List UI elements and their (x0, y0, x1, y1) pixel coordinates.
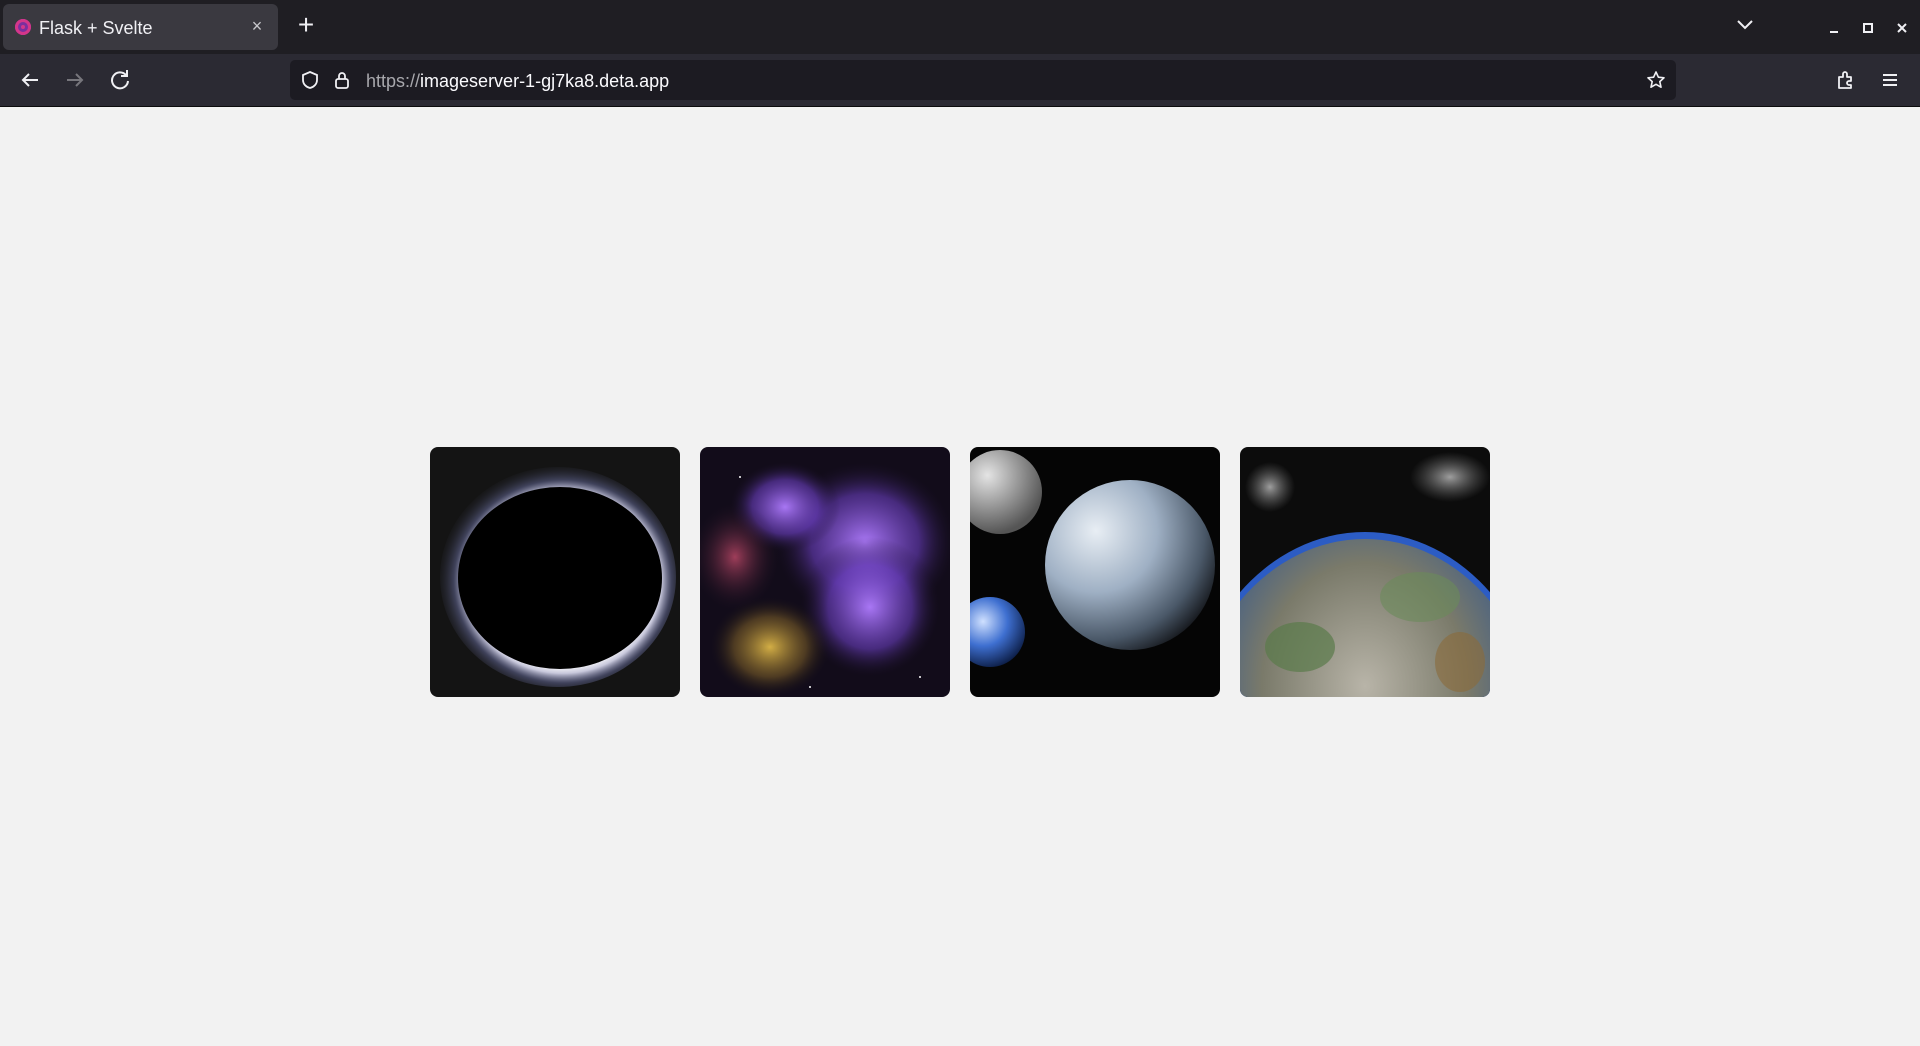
forward-button[interactable] (61, 66, 89, 94)
app-menu-button[interactable] (1876, 66, 1904, 94)
tracking-protection-shield-icon[interactable] (300, 70, 320, 90)
list-all-tabs-button[interactable] (1734, 14, 1756, 36)
url-scheme: https:// (366, 71, 421, 91)
close-window-button[interactable] (1891, 17, 1913, 39)
firefox-private-favicon-icon (15, 19, 31, 35)
tab-title: Flask + Svelte (39, 18, 153, 38)
gallery-image-earth-space[interactable] (1240, 447, 1490, 697)
reload-icon (111, 70, 129, 90)
reload-button[interactable] (106, 66, 134, 94)
maximize-button[interactable] (1857, 17, 1879, 39)
hamburger-menu-icon (1883, 74, 1897, 86)
url-text[interactable]: https://imageserver-1-gj7ka8.deta.app (366, 71, 669, 92)
url-host: imageserver-1-gj7ka8.deta.app (420, 71, 670, 91)
earth-and-moon-image (970, 447, 1220, 697)
star-icon[interactable] (1646, 70, 1666, 90)
minimize-icon (1830, 31, 1838, 33)
back-button[interactable] (16, 66, 44, 94)
gallery-image-earth-moon[interactable] (970, 447, 1220, 697)
arrow-left-icon (21, 73, 38, 87)
lock-icon[interactable] (332, 70, 352, 90)
navigation-toolbar: https://imageserver-1-gj7ka8.deta.app (0, 54, 1920, 107)
tab-flask-svelte[interactable]: Flask + Svelte × (3, 4, 278, 50)
arrow-right-icon (67, 73, 84, 87)
extensions-button[interactable] (1832, 66, 1860, 94)
eclipse-image (430, 447, 680, 697)
tab-strip: Flask + Svelte × + (0, 0, 1920, 54)
url-bar[interactable]: https://imageserver-1-gj7ka8.deta.app (290, 60, 1676, 100)
gallery-image-eclipse[interactable] (430, 447, 680, 697)
puzzle-piece-icon (1838, 71, 1852, 89)
chevron-down-icon (1737, 20, 1753, 30)
minimize-button[interactable] (1823, 17, 1845, 39)
purple-nebula-image (700, 447, 950, 697)
new-tab-button[interactable]: + (293, 11, 319, 39)
close-icon (1897, 23, 1907, 33)
gallery-image-nebula[interactable] (700, 447, 950, 697)
earth-from-space-image (1240, 447, 1490, 697)
maximize-icon (1863, 23, 1873, 33)
tab-close-icon[interactable]: × (246, 15, 268, 37)
